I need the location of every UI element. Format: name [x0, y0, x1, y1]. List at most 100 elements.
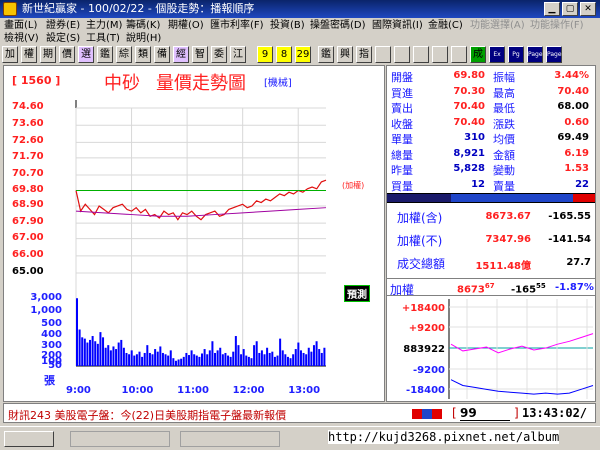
- flow-tick-label: -9200: [413, 365, 445, 376]
- menu-item[interactable]: 證券(E): [46, 20, 80, 32]
- toolbar-button[interactable]: 經: [173, 46, 189, 63]
- menu-item[interactable]: 功能選擇(A): [470, 20, 525, 32]
- menu-item[interactable]: 操盤密碼(D): [310, 20, 366, 32]
- taskbar-item[interactable]: [70, 431, 170, 447]
- quote-label: 買進: [391, 86, 413, 100]
- minimize-button[interactable]: ▁: [544, 2, 560, 16]
- menu-item[interactable]: 功能操作(F): [530, 20, 584, 32]
- toolbar-button[interactable]: [432, 46, 448, 63]
- toolbar-button[interactable]: Pg: [508, 46, 524, 63]
- toolbar-button[interactable]: 選: [78, 46, 94, 63]
- maximize-button[interactable]: ▢: [562, 2, 578, 16]
- bid-ask-bar: [387, 193, 595, 203]
- volume-bar: [221, 354, 224, 366]
- page-box-right-bracket: ]: [514, 406, 519, 420]
- close-button[interactable]: ✕: [580, 2, 596, 16]
- menu-item[interactable]: 籌碼(K): [126, 20, 160, 32]
- volume-bar: [206, 354, 209, 366]
- price-tick-label: 67.90: [12, 216, 44, 228]
- toolbar-button[interactable]: 9: [257, 46, 273, 63]
- toolbar-button[interactable]: Page: [546, 46, 562, 63]
- menu-item[interactable]: 工具(T): [86, 33, 120, 45]
- menu-item[interactable]: 說明(H): [126, 33, 161, 45]
- title-bar: 新世紀贏家 - 100/02/22 - 個股走勢：播報順序 ▁ ▢ ✕: [0, 0, 600, 18]
- toolbar-button[interactable]: [375, 46, 391, 63]
- volume-bar: [323, 347, 326, 366]
- price-tick-label: 68.90: [12, 198, 44, 210]
- volume-tick-label: 50: [48, 360, 62, 371]
- volume-bar: [310, 351, 313, 366]
- toolbar-button[interactable]: 權: [21, 46, 37, 63]
- toolbar-button[interactable]: Ex: [489, 46, 505, 63]
- toolbar-button[interactable]: 智: [192, 46, 208, 63]
- menu-bar: 畫面(L) 證券(E) 主力(M) 籌碼(K) 期權(O) 匯市利率(F) 投資(B) 操盤密…: [0, 18, 600, 46]
- menu-item[interactable]: 國際資訊(I): [372, 20, 423, 32]
- volume-bar: [234, 336, 237, 366]
- menu-item[interactable]: 匯市利率(F): [210, 20, 264, 32]
- menu-item[interactable]: 檢視(V): [4, 33, 39, 45]
- volume-bar: [109, 350, 112, 366]
- quote-label: 最低: [493, 102, 515, 115]
- toolbar-button[interactable]: 鑑: [318, 46, 334, 63]
- quote-label: 均價: [493, 133, 515, 146]
- toolbar-button[interactable]: 興: [337, 46, 353, 63]
- toolbar-button[interactable]: 29: [295, 46, 311, 63]
- menu-item[interactable]: 主力(M): [86, 20, 122, 32]
- menu-item[interactable]: 畫面(L): [4, 20, 37, 32]
- menu-item[interactable]: 期權(O): [168, 20, 204, 32]
- quote-label: 漲跌: [493, 117, 515, 131]
- volume-bar: [138, 351, 141, 366]
- quote-label: 總量: [391, 148, 413, 162]
- quote-value: 70.40: [453, 116, 485, 128]
- volume-bar: [156, 351, 159, 366]
- toolbar-button[interactable]: 類: [135, 46, 151, 63]
- volume-bar: [273, 356, 276, 366]
- toolbar-button[interactable]: 鑑: [97, 46, 113, 63]
- volume-bar: [315, 341, 318, 366]
- toolbar-button[interactable]: 綜: [116, 46, 132, 63]
- menu-item[interactable]: 投資(B): [270, 20, 305, 32]
- toolbar-button[interactable]: 成: [470, 46, 486, 63]
- quote-value: 6.19: [564, 147, 589, 159]
- quote-panel: 開盤 69.80 振幅 3.44% 買進 70.30 最高 70.40 賣出 70.40 最低 68.…: [386, 65, 596, 402]
- quote-value: 5,828: [453, 163, 485, 174]
- volume-bar: [112, 346, 115, 366]
- volume-bar: [232, 351, 235, 366]
- volume-bar: [245, 355, 248, 366]
- page-number-input[interactable]: 99: [460, 406, 510, 421]
- time-tick-label: 13:00: [288, 385, 321, 396]
- toolbar-button[interactable]: 價: [59, 46, 75, 63]
- quote-value: 1.53: [564, 163, 589, 174]
- toolbar-button[interactable]: 加: [2, 46, 18, 63]
- index-value: 7347.96: [485, 234, 531, 245]
- flow-tick-label: 883922: [403, 344, 445, 355]
- start-button[interactable]: [4, 431, 54, 447]
- toolbar-button[interactable]: 備: [154, 46, 170, 63]
- toolbar-button[interactable]: [413, 46, 429, 63]
- toolbar-button[interactable]: 8: [276, 46, 292, 63]
- news-ticker[interactable]: 財訊243 美股電子盤：今(22)日美股期指電子盤最新報價: [8, 407, 286, 423]
- toolbar: 加權期價選鑑綜類備經智委江 9 8 29 鑑興指成 Ex Pg Page Page: [2, 46, 598, 64]
- volume-bar: [86, 342, 89, 366]
- toolbar-button[interactable]: 委: [211, 46, 227, 63]
- volume-bar: [237, 345, 240, 366]
- volume-bar: [320, 352, 323, 366]
- taskbar: http://kujd3268.pixnet.net/album: [0, 426, 600, 450]
- bid-ask-segment-dark: [387, 194, 451, 202]
- toolbar-button[interactable]: 指: [356, 46, 372, 63]
- price-tick-label: 73.60: [12, 118, 44, 130]
- quote-value: 70.30: [453, 85, 485, 97]
- toolbar-button[interactable]: 江: [230, 46, 246, 63]
- toolbar-button[interactable]: [451, 46, 467, 63]
- volume-bar: [128, 354, 131, 366]
- volume-bar: [83, 338, 86, 366]
- volume-bar: [99, 332, 102, 366]
- toolbar-button[interactable]: [394, 46, 410, 63]
- menu-item[interactable]: 設定(S): [46, 33, 80, 45]
- index-label: 加權(含): [397, 211, 443, 225]
- toolbar-button[interactable]: Page: [527, 46, 543, 63]
- toolbar-button[interactable]: 期: [40, 46, 56, 63]
- volume-bar: [268, 352, 271, 366]
- taskbar-item[interactable]: [180, 431, 280, 447]
- menu-item[interactable]: 金融(C): [428, 20, 463, 32]
